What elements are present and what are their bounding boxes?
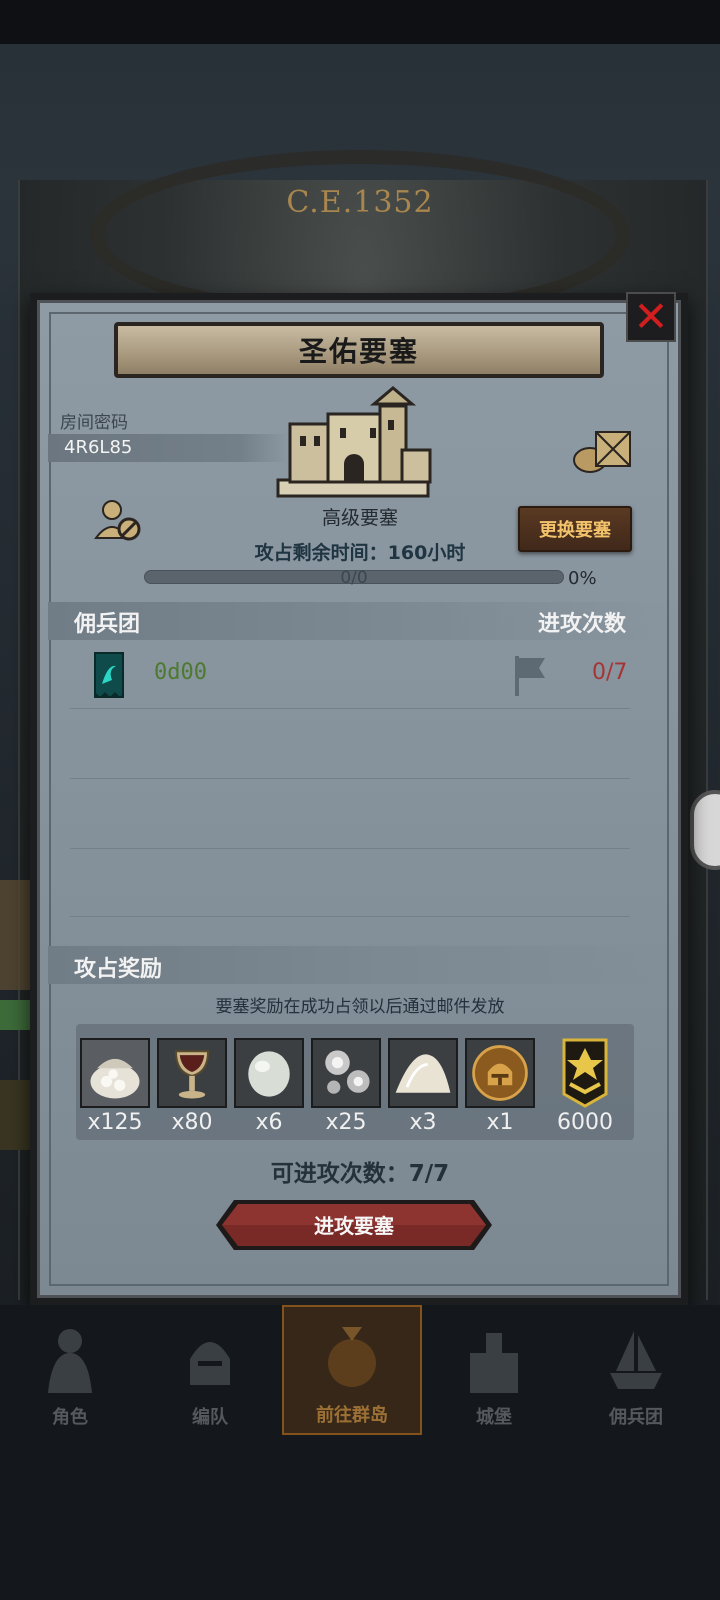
flag-icon [515, 656, 545, 696]
knight-icon [48, 1329, 92, 1393]
era-label: C.E.1352 [286, 185, 434, 220]
helmet-icon [190, 1342, 230, 1385]
reward-count: x80 [171, 1110, 213, 1135]
attack-count-header-label: 进攻次数 [538, 612, 627, 637]
capture-time-remaining: 攻占剩余时间：160小时 [254, 542, 466, 564]
reward-slot-helmet[interactable] [465, 1038, 535, 1108]
side-button[interactable] [690, 790, 720, 870]
reward-header-label: 攻占奖励 [74, 957, 163, 982]
reward-slot-silver[interactable] [311, 1038, 381, 1108]
title-banner: 圣佑要塞 [114, 322, 604, 378]
nav-item-character[interactable]: 角色 [0, 1305, 140, 1435]
bottom-bar [0, 1437, 720, 1600]
reward-slot-goblet[interactable] [157, 1038, 227, 1108]
close-icon: ✕ [633, 292, 669, 341]
side-scroll-icon[interactable] [0, 880, 34, 990]
gem-icon [236, 1040, 302, 1106]
sack-icon [82, 1040, 148, 1106]
guild-banner-icon [94, 652, 124, 698]
reward-slot-salt[interactable] [388, 1038, 458, 1108]
reward-count: x6 [255, 1110, 283, 1135]
guild-attack-count: 0/7 [592, 660, 628, 685]
room-code-label: 房间密码 [60, 413, 128, 433]
nav-label: 编队 [192, 1407, 228, 1428]
nav-item-islands[interactable]: 前往群岛 [282, 1305, 422, 1435]
reward-count: x125 [87, 1110, 143, 1135]
nav-label: 角色 [52, 1407, 88, 1428]
salt-icon [390, 1040, 456, 1106]
mercenary-header-label: 佣兵团 [74, 612, 141, 637]
reward-slot-gem[interactable] [234, 1038, 304, 1108]
ship-icon [610, 1331, 662, 1389]
capture-progress-percent: 0% [568, 568, 597, 589]
nav-item-mercenary[interactable]: 佣兵团 [566, 1305, 706, 1435]
reward-note: 要塞奖励在成功占领以后通过邮件发放 [215, 997, 505, 1017]
divider [70, 848, 630, 849]
room-code-value[interactable]: 4R6L85 [64, 437, 132, 458]
goblet-icon [159, 1040, 225, 1106]
status-bar [0, 0, 720, 44]
dialog-title: 圣佑要塞 [298, 335, 419, 368]
divider [70, 778, 630, 779]
rank-badge-icon[interactable] [562, 1038, 608, 1108]
nav-item-castle[interactable]: 城堡 [424, 1305, 564, 1435]
reward-count: 6000 [557, 1110, 613, 1135]
nav-label: 佣兵团 [609, 1407, 663, 1428]
reward-count: x25 [325, 1110, 367, 1135]
capture-progress-text: 0/0 [340, 568, 368, 588]
silver-icon [313, 1040, 379, 1106]
reward-count: x1 [486, 1110, 514, 1135]
compass-globe-icon [328, 1327, 376, 1387]
reward-count: x3 [409, 1110, 437, 1135]
close-button[interactable]: ✕ [626, 292, 676, 342]
nav-label: 城堡 [476, 1407, 512, 1428]
side-search-icon[interactable] [0, 1080, 34, 1150]
attack-fortress-label: 进攻要塞 [314, 1214, 394, 1238]
loot-bag-icon[interactable] [570, 428, 634, 474]
nav-item-formation[interactable]: 编队 [140, 1305, 280, 1435]
castle-icon [276, 386, 432, 498]
castle-icon [470, 1333, 518, 1393]
reward-slot-sack[interactable] [80, 1038, 150, 1108]
attack-remaining: 可进攻次数：7/7 [270, 1161, 450, 1187]
helmet-icon [467, 1040, 533, 1106]
nav-label: 前往群岛 [316, 1405, 388, 1426]
divider [70, 916, 630, 917]
guild-name[interactable]: 0d00 [154, 660, 207, 685]
divider [70, 708, 630, 709]
